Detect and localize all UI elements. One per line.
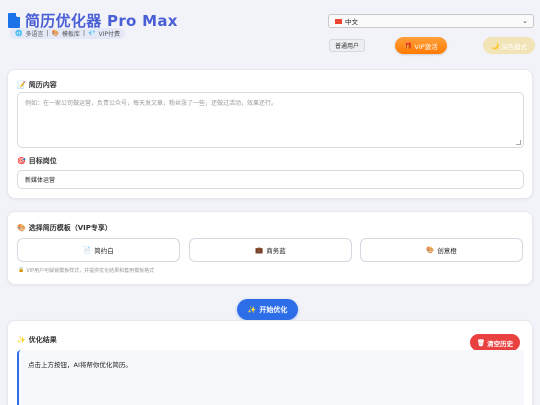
dark-mode-button[interactable]: 🌙 深色模式 [483, 37, 535, 54]
template-name: 商务蓝 [266, 247, 286, 255]
start-optimize-label: 开始优化 [259, 305, 288, 314]
diamond-icon: 💎 [88, 30, 96, 37]
gift-icon: 🎁 [404, 41, 413, 50]
tag-vip: VIP付费 [98, 31, 121, 38]
moon-icon: 🌙 [490, 41, 500, 50]
resize-handle[interactable] [516, 140, 521, 145]
result-text: 点击上方按钮，AI将帮你优化简历。 [28, 361, 132, 369]
trash-icon: 🗑 [476, 338, 486, 347]
language-select[interactable]: 中文 ⌄ [328, 14, 534, 28]
tag-multilang: 多语言 [25, 31, 44, 38]
tag-template: 模板库 [62, 31, 81, 38]
target-label: 🎯 目标岗位 [17, 156, 57, 166]
tag-separator: | [83, 30, 86, 37]
document-icon: 📄 [83, 246, 92, 254]
template-hint-text: VIP用户可解锁模板样式，并提供优化结果和套用模板格式 [26, 268, 155, 274]
memo-icon: 📝 [17, 81, 26, 89]
user-status-badge: 普通用户 [329, 39, 366, 52]
resume-label: 📝 简历内容 [17, 80, 57, 90]
template-label: 🎨 选择简历模板（VIP专享） [17, 223, 112, 233]
result-output: 点击上方按钮，AI将帮你优化简历。 [17, 350, 524, 405]
sparkles-icon: ✨ [17, 336, 26, 344]
briefcase-icon: 💼 [255, 246, 264, 254]
resume-input-card: 📝 简历内容 例如：在一家公司做运营，负责公众号，每天发文章，粉丝涨了一些，还做… [7, 69, 533, 199]
clear-history-label: 清空历史 [487, 339, 514, 348]
template-card: 🎨 选择简历模板（VIP专享） 📄 简约白 💼 商务蓝 🎨 创意橙 🔒 VIP用… [7, 211, 533, 285]
chevron-down-icon: ⌄ [522, 17, 528, 25]
template-name: 创意橙 [437, 247, 457, 255]
target-label-text: 目标岗位 [28, 157, 57, 165]
resume-textarea[interactable]: 例如：在一家公司做运营，负责公众号，每天发文章，粉丝涨了一些，还做过活动，效果还… [17, 92, 524, 148]
result-label: ✨ 优化结果 [17, 335, 57, 345]
lock-icon: 🔒 [18, 267, 25, 273]
template-hint: 🔒 VIP用户可解锁模板样式，并提供优化结果和套用模板格式 [18, 267, 154, 274]
template-creative-orange-button[interactable]: 🎨 创意橙 [360, 238, 523, 262]
target-position-input[interactable]: 新媒体运营 [17, 170, 524, 189]
target-position-value: 新媒体运营 [25, 177, 56, 184]
result-card: ✨ 优化结果 🗑 清空历史 点击上方按钮，AI将帮你优化简历。 [7, 320, 533, 405]
language-value: 中文 [345, 18, 358, 26]
palette-icon: 🎨 [17, 224, 26, 232]
template-business-blue-button[interactable]: 💼 商务蓝 [189, 238, 352, 262]
feature-tags: 🌐 多语言 | 🎨 模板库 | 💎 VIP付费 [10, 28, 126, 39]
template-label-text: 选择简历模板（VIP专享） [28, 224, 112, 232]
dark-mode-label: 深色模式 [501, 42, 528, 51]
template-name: 简约白 [94, 247, 114, 255]
resume-label-text: 简历内容 [28, 81, 57, 89]
app-header: 简历优化器 Pro Max 🌐 多语言 | 🎨 模板库 | 💎 VIP付费 中文… [8, 10, 536, 60]
vip-activate-label: VIP激活 [414, 42, 438, 51]
vip-activate-button[interactable]: 🎁 VIP激活 [395, 37, 447, 54]
palette-icon: 🎨 [426, 246, 435, 254]
document-icon [8, 13, 20, 28]
china-flag-icon [335, 18, 342, 24]
start-optimize-button[interactable]: ✨ 开始优化 [237, 299, 298, 320]
globe-icon: 🌐 [15, 30, 23, 37]
template-simple-white-button[interactable]: 📄 简约白 [17, 238, 180, 262]
palette-icon: 🎨 [51, 30, 60, 37]
clear-history-button[interactable]: 🗑 清空历史 [470, 334, 520, 351]
sparkles-icon: ✨ [247, 305, 257, 314]
target-icon: 🎯 [17, 157, 26, 165]
tag-separator: | [46, 30, 49, 37]
result-label-text: 优化结果 [28, 336, 57, 344]
resume-placeholder: 例如：在一家公司做运营，负责公众号，每天发文章，粉丝涨了一些，还做过活动，效果还… [25, 100, 278, 107]
